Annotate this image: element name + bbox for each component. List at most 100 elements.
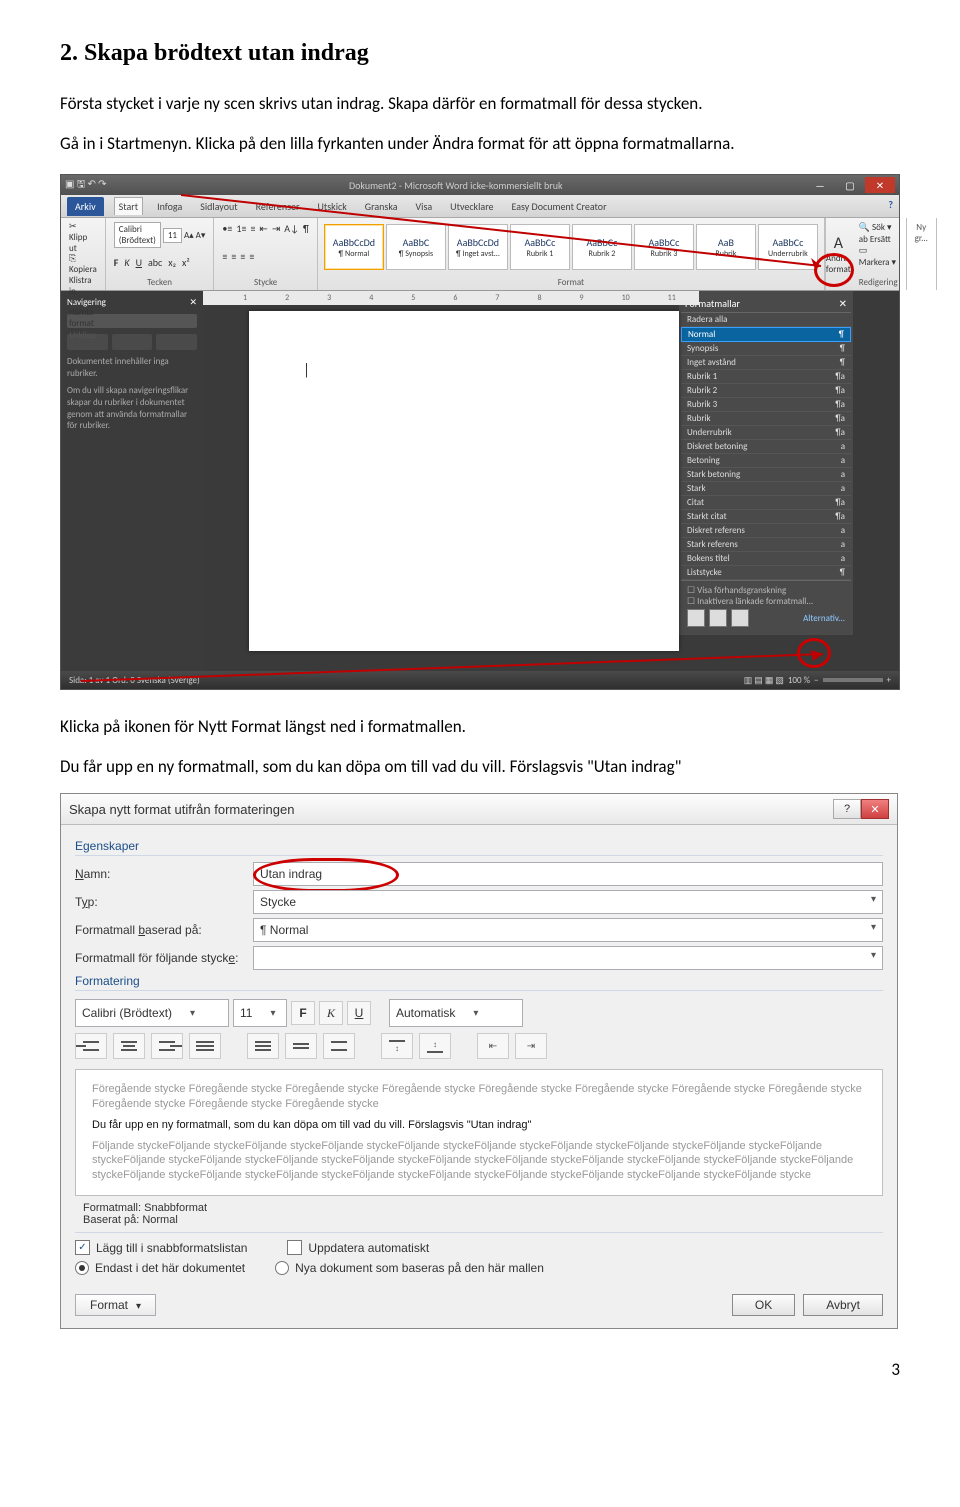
document-area[interactable]: 123456789101112131415161718 | Formatmall… xyxy=(203,291,899,671)
shrink-font-icon[interactable]: A▾ xyxy=(196,230,206,241)
select-button[interactable]: ▭ Markera ▾ xyxy=(859,245,898,268)
style-pane-item[interactable]: Liststycke¶ xyxy=(681,566,851,580)
tab-granska[interactable]: Granska xyxy=(361,198,402,215)
superscript-button[interactable]: x² xyxy=(182,256,190,269)
basedon-select[interactable]: ¶ Normal xyxy=(253,918,883,942)
copy-button[interactable]: ⎘ Kopiera xyxy=(69,254,97,276)
paste-button[interactable]: Klistra in xyxy=(69,276,97,298)
dialog-close-button[interactable]: ✕ xyxy=(861,799,889,819)
dlg-linespacing-med-button[interactable] xyxy=(285,1033,317,1059)
style-pane-item[interactable]: Rubrik 3¶a xyxy=(681,398,851,412)
style-pane-item[interactable]: Rubrik 2¶a xyxy=(681,384,851,398)
strike-button[interactable]: abc xyxy=(148,256,162,269)
styles-preview-checkbox[interactable]: ☐ Visa förhandsgranskning xyxy=(687,585,845,596)
style-pane-item[interactable]: Starkt citat¶a xyxy=(681,510,851,524)
style-pane-item[interactable]: Inget avstånd¶ xyxy=(681,356,851,370)
dlg-only-this-doc-radio[interactable]: Endast i det här dokumentet xyxy=(75,1261,245,1275)
dlg-new-docs-radio[interactable]: Nya dokument som baseras på den här mall… xyxy=(275,1261,544,1275)
underline-button[interactable]: U xyxy=(136,256,142,269)
style-gallery-item[interactable]: AaBbCcRubrik 3 xyxy=(634,224,694,270)
dlg-add-quicklist-checkbox[interactable]: ✓Lägg till i snabbformatslistan xyxy=(75,1240,247,1255)
dlg-format-menu-button[interactable]: Format xyxy=(75,1294,156,1316)
dlg-ok-button[interactable]: OK xyxy=(732,1294,795,1316)
italic-button[interactable]: K xyxy=(124,256,129,269)
dlg-cancel-button[interactable]: Avbryt xyxy=(803,1294,883,1316)
new-style-icon[interactable] xyxy=(687,609,705,627)
type-select[interactable]: Stycke xyxy=(253,890,883,914)
styles-options-link[interactable]: Alternativ... xyxy=(803,613,845,624)
dlg-font-size-select[interactable]: 11 xyxy=(233,999,287,1027)
change-styles-button[interactable]: A Ändra format xyxy=(825,218,851,290)
style-pane-item[interactable]: Citat¶a xyxy=(681,496,851,510)
align-justify-icon[interactable]: ≡ xyxy=(249,250,254,263)
tab-infoga[interactable]: Infoga xyxy=(153,198,186,215)
zoom-value[interactable]: 100 % xyxy=(788,675,810,686)
style-pane-item[interactable]: Diskret referensa xyxy=(681,524,851,538)
style-gallery-item[interactable]: AaBbCcRubrik 1 xyxy=(510,224,570,270)
style-gallery-item[interactable]: AaBbCcDd¶ Inget avst... xyxy=(448,224,508,270)
minimize-button[interactable]: — xyxy=(805,177,835,193)
style-pane-item[interactable]: Synopsis¶ xyxy=(681,342,851,356)
format-painter-button[interactable]: ✎ Hämta format xyxy=(69,298,97,330)
view-buttons[interactable]: ▥ ▤ ▦ ▧ xyxy=(744,675,784,686)
bullets-icon[interactable]: •≡ xyxy=(222,222,232,235)
style-pane-item[interactable]: Normal¶ xyxy=(681,327,851,342)
align-right-icon[interactable]: ≡ xyxy=(240,250,245,263)
tab-utvecklare[interactable]: Utvecklare xyxy=(446,198,497,215)
manage-styles-icon[interactable] xyxy=(731,609,749,627)
dlg-bold-button[interactable]: F xyxy=(291,1001,315,1025)
font-family-select[interactable]: Calibri (Brödtext) xyxy=(114,222,161,248)
style-pane-item[interactable]: Underrubrik¶a xyxy=(681,426,851,440)
dlg-linespacing-wide-button[interactable] xyxy=(323,1033,355,1059)
style-inspector-icon[interactable] xyxy=(709,609,727,627)
style-pane-item[interactable]: Starka xyxy=(681,482,851,496)
following-select[interactable] xyxy=(253,946,883,970)
name-input[interactable]: Utan indrag xyxy=(253,862,883,886)
dlg-align-center-button[interactable] xyxy=(113,1033,145,1059)
dlg-linespacing-tight-button[interactable] xyxy=(247,1033,279,1059)
zoom-minus-icon[interactable]: − xyxy=(814,675,818,686)
styles-clear-all[interactable]: Radera alla xyxy=(681,313,851,327)
style-gallery-item[interactable]: AaBRubrik xyxy=(696,224,756,270)
sort-icon[interactable]: A↓ xyxy=(284,222,299,235)
style-pane-item[interactable]: Stark referensa xyxy=(681,538,851,552)
tab-visa[interactable]: Visa xyxy=(412,198,437,215)
dlg-auto-update-checkbox[interactable]: Uppdatera automatiskt xyxy=(287,1240,429,1255)
tab-edc[interactable]: Easy Document Creator xyxy=(508,198,611,215)
style-gallery-item[interactable]: AaBbC¶ Synopsis xyxy=(386,224,446,270)
multilevel-icon[interactable]: ≡ xyxy=(250,222,255,235)
style-pane-item[interactable]: Diskret betoninga xyxy=(681,440,851,454)
dlg-indent-dec-button[interactable]: ⇤ xyxy=(477,1033,509,1059)
align-left-icon[interactable]: ≡ xyxy=(222,250,227,263)
dlg-font-family-select[interactable]: Calibri (Brödtext) xyxy=(75,999,229,1027)
style-gallery-item[interactable]: AaBbCcRubrik 2 xyxy=(572,224,632,270)
dlg-align-justify-button[interactable] xyxy=(189,1033,221,1059)
bold-button[interactable]: F xyxy=(114,256,119,269)
dlg-align-right-button[interactable] xyxy=(151,1033,183,1059)
nav-close-icon[interactable]: ✕ xyxy=(189,297,197,308)
grow-font-icon[interactable]: A▴ xyxy=(184,230,194,241)
tab-start[interactable]: Start xyxy=(114,197,143,215)
maximize-button[interactable]: ▢ xyxy=(835,177,865,193)
find-button[interactable]: 🔍 Sök ▾ xyxy=(859,222,898,234)
style-pane-item[interactable]: Rubrik¶a xyxy=(681,412,851,426)
close-button[interactable]: ✕ xyxy=(865,177,895,193)
cut-button[interactable]: ✂ Klipp ut xyxy=(69,222,97,254)
styles-pane-close-icon[interactable]: ✕ xyxy=(839,297,847,310)
dlg-underline-button[interactable]: U xyxy=(347,1001,371,1025)
indent-inc-icon[interactable]: ⇥ xyxy=(272,222,280,235)
page-canvas[interactable]: | xyxy=(249,311,679,651)
help-icon[interactable]: ? xyxy=(888,198,893,211)
dlg-spacebefore-inc-button[interactable]: ↕ xyxy=(381,1033,413,1059)
align-center-icon[interactable]: ≡ xyxy=(231,250,236,263)
dialog-help-button[interactable]: ? xyxy=(833,799,861,819)
tab-utskick[interactable]: Utskick xyxy=(313,198,350,215)
nav-tab-pages[interactable] xyxy=(112,334,153,350)
tab-sidlayout[interactable]: Sidlayout xyxy=(196,198,241,215)
numbering-icon[interactable]: 1≡ xyxy=(236,222,246,235)
style-gallery-item[interactable]: AaBbCcUnderrubrik xyxy=(758,224,818,270)
tab-arkiv[interactable]: Arkiv xyxy=(67,197,104,216)
zoom-plus-icon[interactable]: + xyxy=(887,675,891,686)
style-pane-item[interactable]: Betoninga xyxy=(681,454,851,468)
dlg-align-left-button[interactable] xyxy=(75,1033,107,1059)
